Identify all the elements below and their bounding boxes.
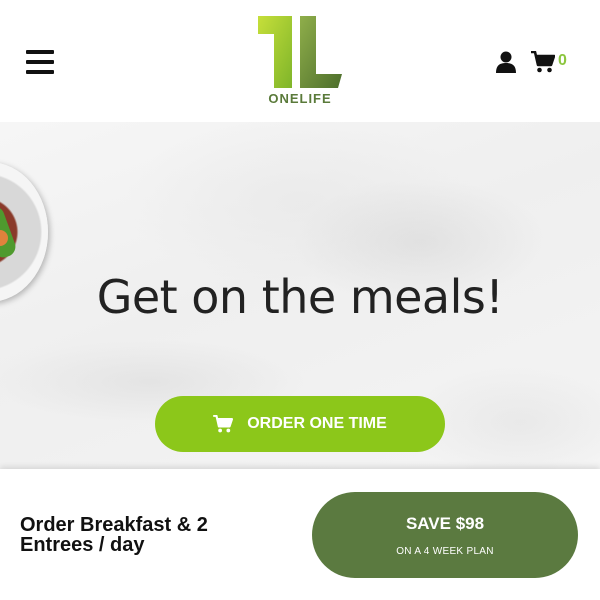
plan-description: Order Breakfast & 2 Entrees / day bbox=[20, 514, 208, 556]
order-one-time-button[interactable]: ORDER ONE TIME bbox=[155, 396, 445, 452]
onelife-logo[interactable]: ONELIFE bbox=[254, 14, 346, 110]
logo-wordmark: ONELIFE bbox=[268, 91, 332, 106]
hero-banner: Get on the meals! ORDER ONE TIME bbox=[0, 122, 600, 469]
cart-count[interactable]: 0 bbox=[558, 52, 567, 70]
save-button-sublabel: ON A 4 WEEK PLAN bbox=[396, 545, 494, 557]
cart-icon bbox=[213, 415, 234, 433]
plan-footer-bar: Order Breakfast & 2 Entrees / day SAVE $… bbox=[0, 469, 600, 600]
hero-headline: Get on the meals! bbox=[96, 270, 504, 324]
site-header: ONELIFE 0 bbox=[0, 0, 600, 122]
logo-1l-icon bbox=[258, 16, 342, 88]
cart-icon[interactable] bbox=[531, 51, 555, 73]
user-icon[interactable] bbox=[496, 51, 516, 73]
save-plan-button[interactable]: SAVE $98 ON A 4 WEEK PLAN bbox=[312, 492, 578, 578]
order-button-label: ORDER ONE TIME bbox=[247, 415, 387, 432]
save-button-label: SAVE $98 bbox=[405, 513, 485, 533]
hamburger-menu-icon[interactable] bbox=[26, 50, 54, 74]
